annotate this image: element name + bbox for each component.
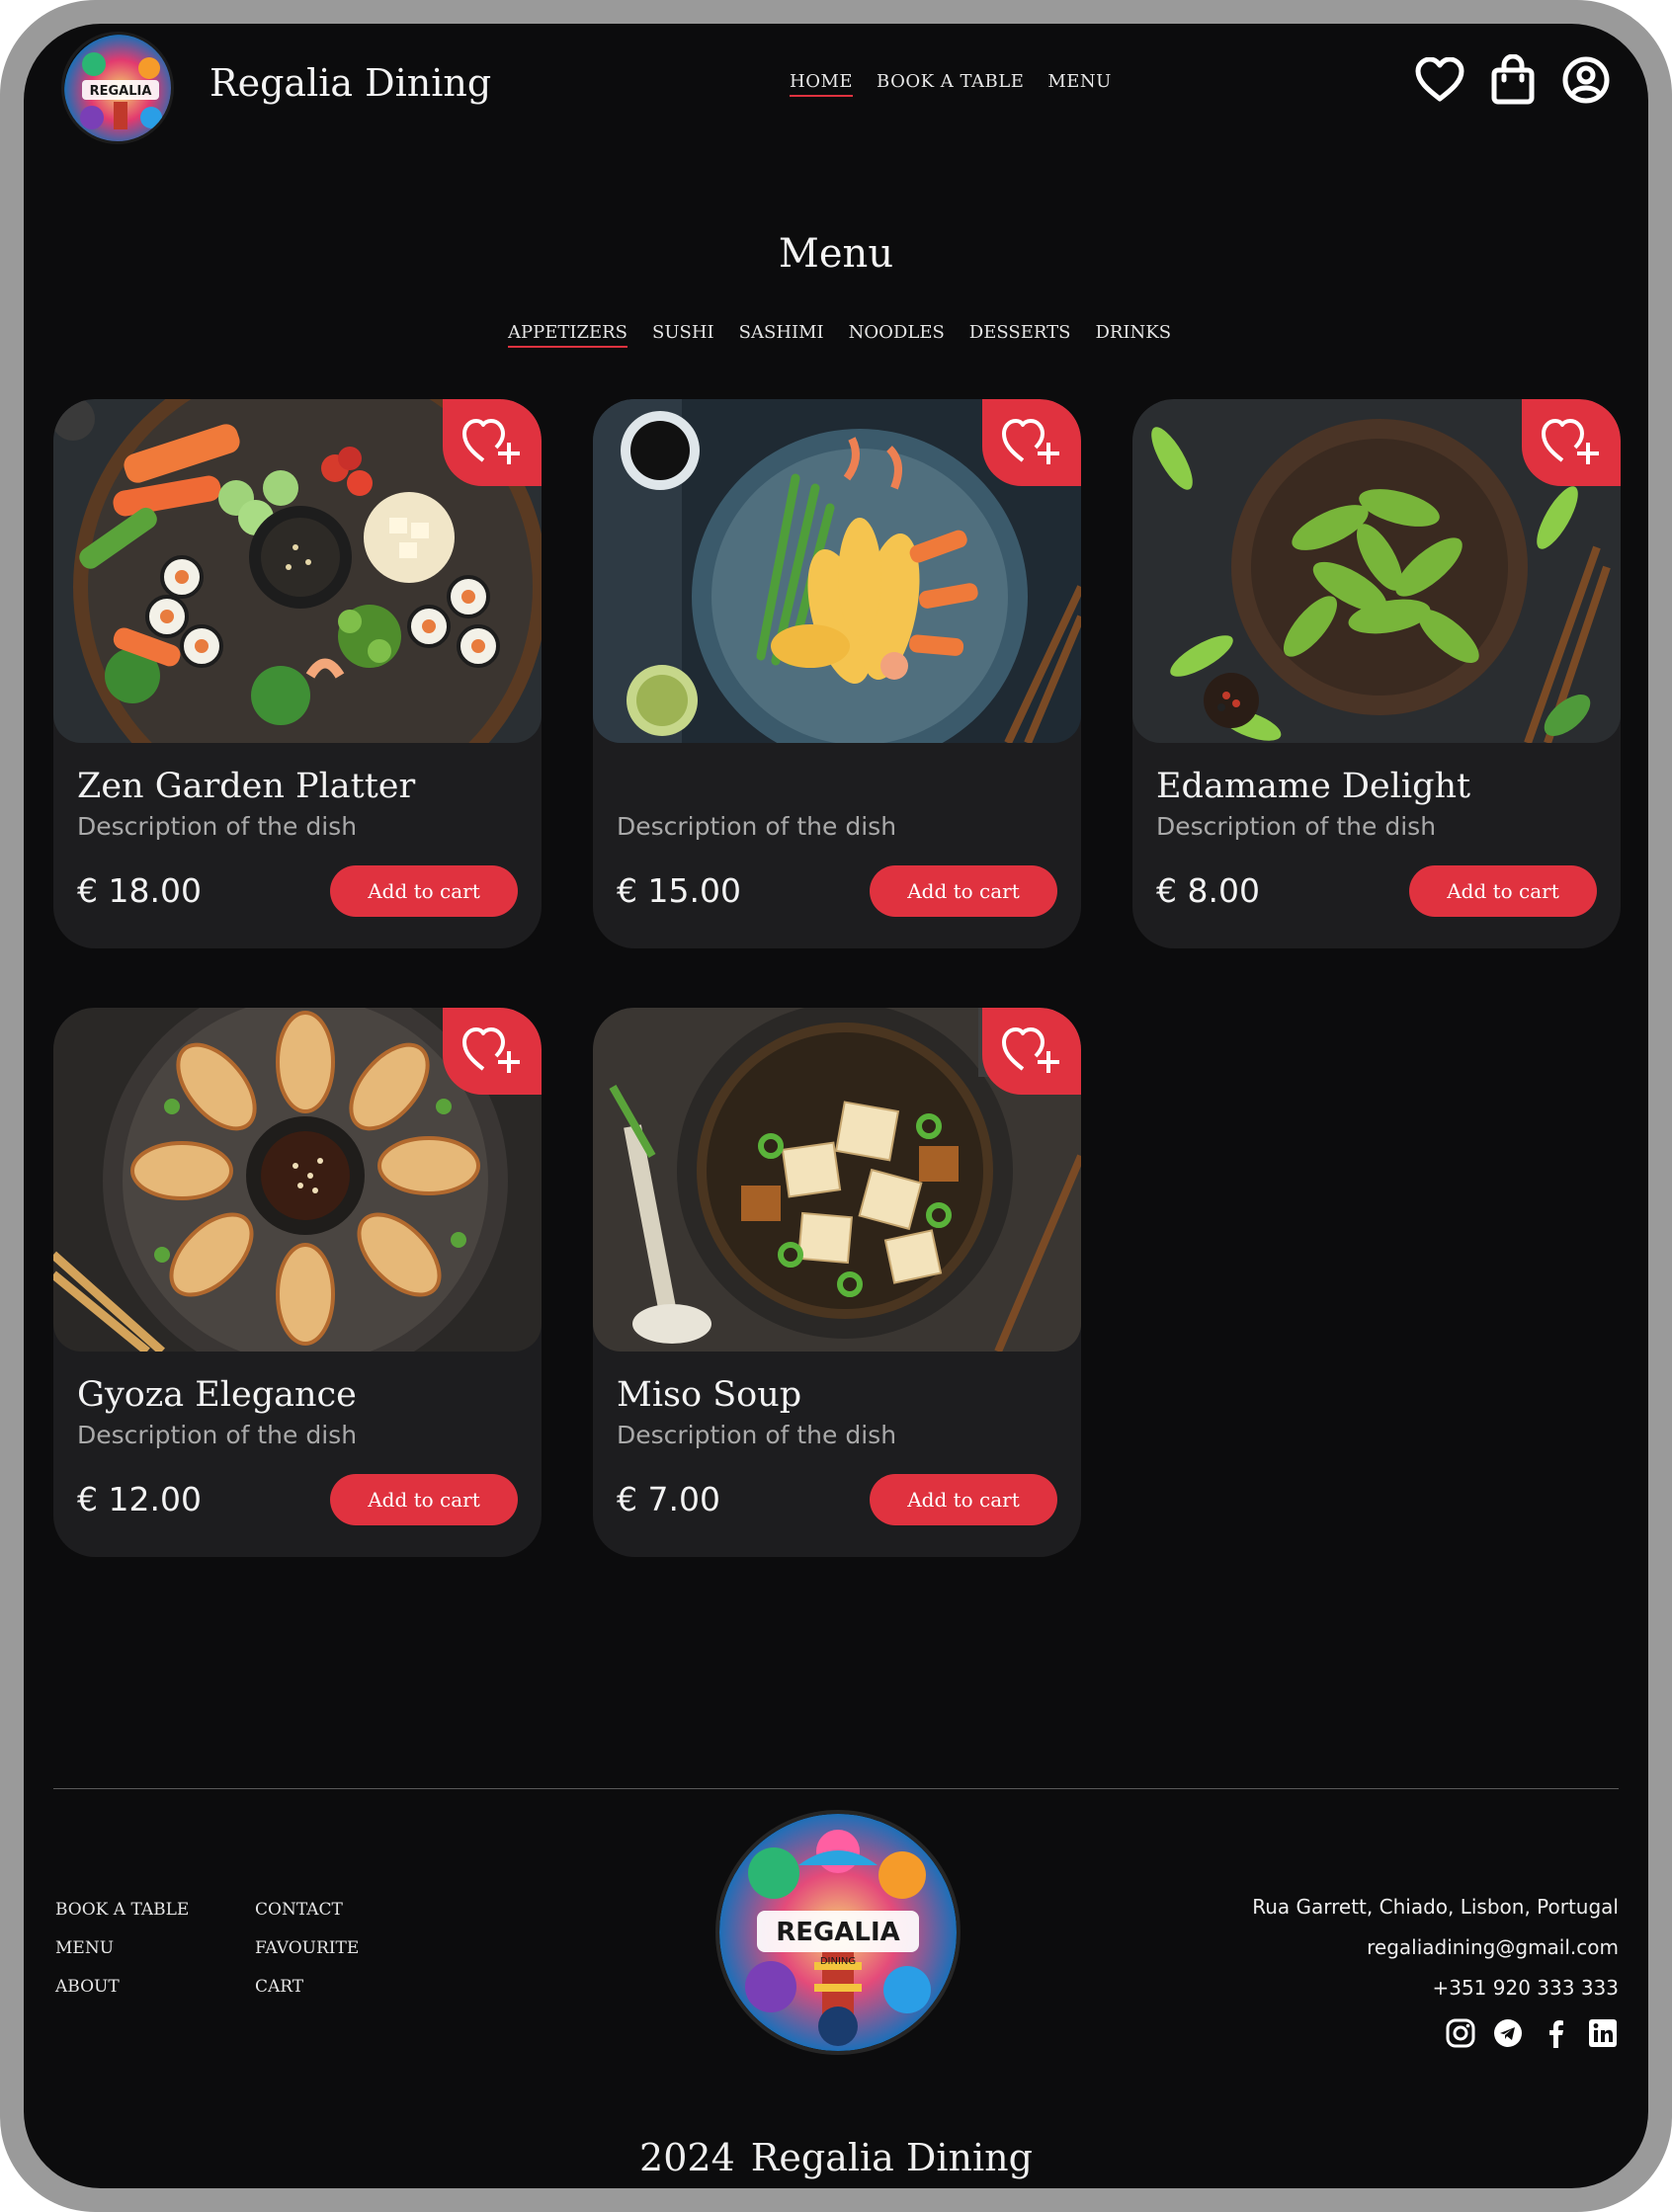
category-tabs: APPETIZERS SUSHI SASHIMI NOODLES DESSERT… [508, 322, 1171, 348]
telegram-link[interactable] [1492, 2017, 1524, 2049]
header-logo[interactable]: REGALIA [61, 32, 174, 144]
nav-menu[interactable]: MENU [1047, 71, 1112, 97]
add-to-cart-button[interactable]: Add to cart [330, 865, 518, 917]
dish-card: Gyoza Elegance Description of the dish €… [53, 1008, 542, 1557]
app-screen: REGALIA Regalia Dining HOME BOOK A TABLE… [24, 24, 1648, 2188]
dish-card: Description of the dish € 15.00 Add to c… [593, 399, 1081, 948]
brand-name[interactable]: Regalia Dining [209, 61, 491, 105]
dish-card: Miso Soup Description of the dish € 7.00… [593, 1008, 1081, 1557]
tab-sashimi[interactable]: SASHIMI [739, 322, 824, 348]
dish-description: Description of the dish [77, 812, 358, 841]
footer-divider [53, 1788, 1619, 1789]
add-to-cart-button[interactable]: Add to cart [870, 865, 1057, 917]
dish-price: € 7.00 [617, 1480, 720, 1518]
heart-icon [1415, 57, 1464, 102]
header-actions [1415, 53, 1611, 107]
footer-links-col-2: CONTACT FAVOURITE CART [255, 1891, 359, 2007]
favourites-button[interactable] [1415, 53, 1464, 107]
tab-appetizers[interactable]: APPETIZERS [508, 322, 628, 348]
footer-link-book-a-table[interactable]: BOOK A TABLE [55, 1891, 189, 1929]
dish-description: Description of the dish [1156, 812, 1437, 841]
footer-link-menu[interactable]: MENU [55, 1929, 189, 1968]
linkedin-icon [1589, 2019, 1617, 2047]
copyright-year: 2024 [639, 2136, 735, 2179]
dish-name: Edamame Delight [1156, 767, 1471, 806]
dish-name: Gyoza Elegance [77, 1375, 357, 1415]
add-to-cart-button[interactable]: Add to cart [1409, 865, 1597, 917]
dish-description: Description of the dish [77, 1421, 358, 1449]
heart-plus-icon [462, 419, 520, 464]
dish-description: Description of the dish [617, 1421, 897, 1449]
menu-title: Menu [778, 231, 894, 277]
footer-links-col-1: BOOK A TABLE MENU ABOUT [55, 1891, 189, 2007]
add-to-favourites-button[interactable] [443, 399, 542, 486]
email-link[interactable]: regaliadining@gmail.com [1252, 1927, 1619, 1968]
dish-price: € 8.00 [1156, 871, 1260, 910]
device-frame: REGALIA Regalia Dining HOME BOOK A TABLE… [0, 0, 1672, 2212]
facebook-link[interactable] [1540, 2017, 1571, 2049]
svg-text:REGALIA: REGALIA [90, 84, 152, 99]
dish-price: € 15.00 [617, 871, 741, 910]
nav-home[interactable]: HOME [790, 71, 854, 97]
dish-card: Edamame Delight Description of the dish … [1132, 399, 1621, 948]
add-to-favourites-button[interactable] [1522, 399, 1621, 486]
svg-text:REGALIA: REGALIA [776, 1918, 900, 1947]
svg-text:DINING: DINING [820, 1956, 856, 1967]
tab-drinks[interactable]: DRINKS [1095, 322, 1171, 348]
dish-price: € 18.00 [77, 871, 202, 910]
heart-plus-icon [1002, 419, 1059, 464]
account-button[interactable] [1561, 53, 1611, 107]
tab-noodles[interactable]: NOODLES [849, 322, 945, 348]
add-to-cart-button[interactable]: Add to cart [870, 1474, 1057, 1525]
heart-plus-icon [1002, 1027, 1059, 1073]
add-to-favourites-button[interactable] [982, 1008, 1081, 1095]
footer-link-about[interactable]: ABOUT [55, 1968, 189, 2007]
dish-price: € 12.00 [77, 1480, 202, 1518]
copyright: 2024 Regalia Dining [24, 2136, 1648, 2179]
add-to-favourites-button[interactable] [982, 399, 1081, 486]
footer-logo: REGALIA DINING [715, 1810, 961, 2055]
instagram-icon [1446, 2018, 1475, 2048]
cart-button[interactable] [1488, 53, 1538, 107]
dish-description: Description of the dish [617, 812, 897, 841]
footer-link-favourite[interactable]: FAVOURITE [255, 1929, 359, 1968]
tab-desserts[interactable]: DESSERTS [969, 322, 1071, 348]
tab-sushi[interactable]: SUSHI [652, 322, 714, 348]
copyright-name: Regalia Dining [750, 2136, 1033, 2179]
facebook-icon [1549, 2020, 1563, 2048]
footer-link-cart[interactable]: CART [255, 1968, 359, 2007]
linkedin-link[interactable] [1587, 2017, 1619, 2049]
top-nav: HOME BOOK A TABLE MENU [790, 71, 1112, 97]
phone-link[interactable]: +351 920 333 333 [1252, 1968, 1619, 2008]
telegram-icon [1494, 2019, 1522, 2047]
dish-name: Miso Soup [617, 1375, 802, 1415]
add-to-cart-button[interactable]: Add to cart [330, 1474, 518, 1525]
social-links [1445, 2017, 1619, 2049]
heart-plus-icon [462, 1027, 520, 1073]
nav-book-a-table[interactable]: BOOK A TABLE [877, 71, 1024, 97]
dish-card: Zen Garden Platter Description of the di… [53, 399, 542, 948]
dish-name: Zen Garden Platter [77, 767, 416, 806]
heart-plus-icon [1542, 419, 1599, 464]
user-icon [1562, 56, 1610, 104]
instagram-link[interactable] [1445, 2017, 1476, 2049]
shopping-bag-icon [1491, 54, 1535, 105]
add-to-favourites-button[interactable] [443, 1008, 542, 1095]
footer-link-contact[interactable]: CONTACT [255, 1891, 359, 1929]
address: Rua Garrett, Chiado, Lisbon, Portugal [1252, 1895, 1619, 1919]
contact-info: Rua Garrett, Chiado, Lisbon, Portugal re… [1252, 1887, 1619, 2008]
